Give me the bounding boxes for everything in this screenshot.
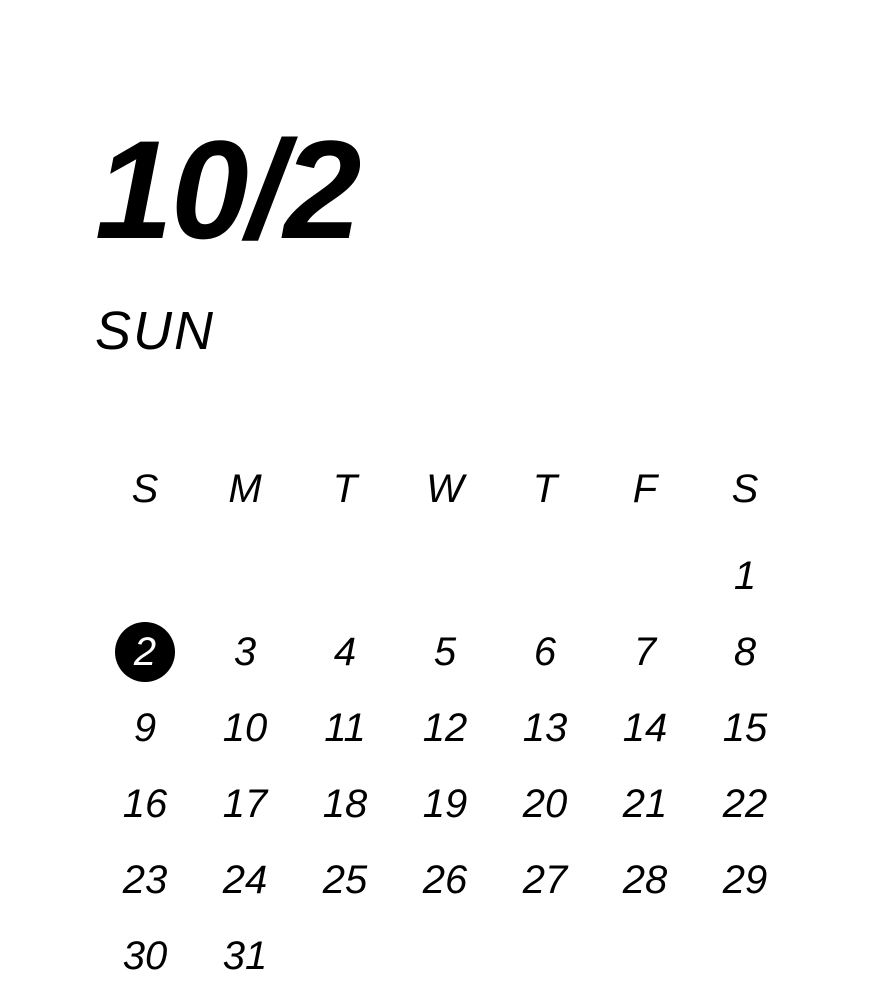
calendar-day-selected[interactable]: 2 [95,622,195,682]
calendar-day[interactable]: 25 [295,850,395,910]
calendar-day [395,546,495,606]
calendar-day [495,546,595,606]
date-title: 10/2 [95,120,791,260]
calendar-day[interactable]: 19 [395,774,495,834]
calendar-day [195,546,295,606]
calendar-day [695,926,795,986]
calendar-day[interactable]: 13 [495,698,595,758]
calendar-day[interactable]: 14 [595,698,695,758]
calendar-day [295,546,395,606]
calendar-day[interactable]: 29 [695,850,795,910]
calendar-day[interactable]: 3 [195,622,295,682]
calendar-day[interactable]: 18 [295,774,395,834]
calendar-day[interactable]: 30 [95,926,195,986]
calendar-grid: SMTWTFS123456789101112131415161718192021… [95,467,795,986]
calendar-day[interactable]: 21 [595,774,695,834]
calendar-day [495,926,595,986]
weekday-header: S [95,467,195,530]
weekday-header: W [395,467,495,530]
calendar-day[interactable]: 27 [495,850,595,910]
calendar-day[interactable]: 12 [395,698,495,758]
calendar-day[interactable]: 16 [95,774,195,834]
weekday-header: F [595,467,695,530]
day-of-week-label: SUN [95,300,791,362]
calendar-day[interactable]: 24 [195,850,295,910]
calendar-day [95,546,195,606]
weekday-header: T [295,467,395,530]
calendar-day[interactable]: 26 [395,850,495,910]
calendar-day[interactable]: 5 [395,622,495,682]
calendar-day [395,926,495,986]
weekday-header: S [695,467,795,530]
calendar-day[interactable]: 9 [95,698,195,758]
calendar-day[interactable]: 4 [295,622,395,682]
calendar-day[interactable]: 6 [495,622,595,682]
calendar-day [595,546,695,606]
calendar-day [595,926,695,986]
weekday-header: M [195,467,295,530]
calendar-day[interactable]: 11 [295,698,395,758]
calendar-day[interactable]: 22 [695,774,795,834]
calendar-day[interactable]: 7 [595,622,695,682]
calendar-day [295,926,395,986]
calendar-day[interactable]: 20 [495,774,595,834]
calendar-day[interactable]: 15 [695,698,795,758]
calendar-day[interactable]: 28 [595,850,695,910]
calendar-day[interactable]: 23 [95,850,195,910]
calendar-day[interactable]: 8 [695,622,795,682]
calendar-day[interactable]: 10 [195,698,295,758]
weekday-header: T [495,467,595,530]
calendar-day[interactable]: 1 [695,546,795,606]
calendar-day[interactable]: 31 [195,926,295,986]
calendar-day[interactable]: 17 [195,774,295,834]
